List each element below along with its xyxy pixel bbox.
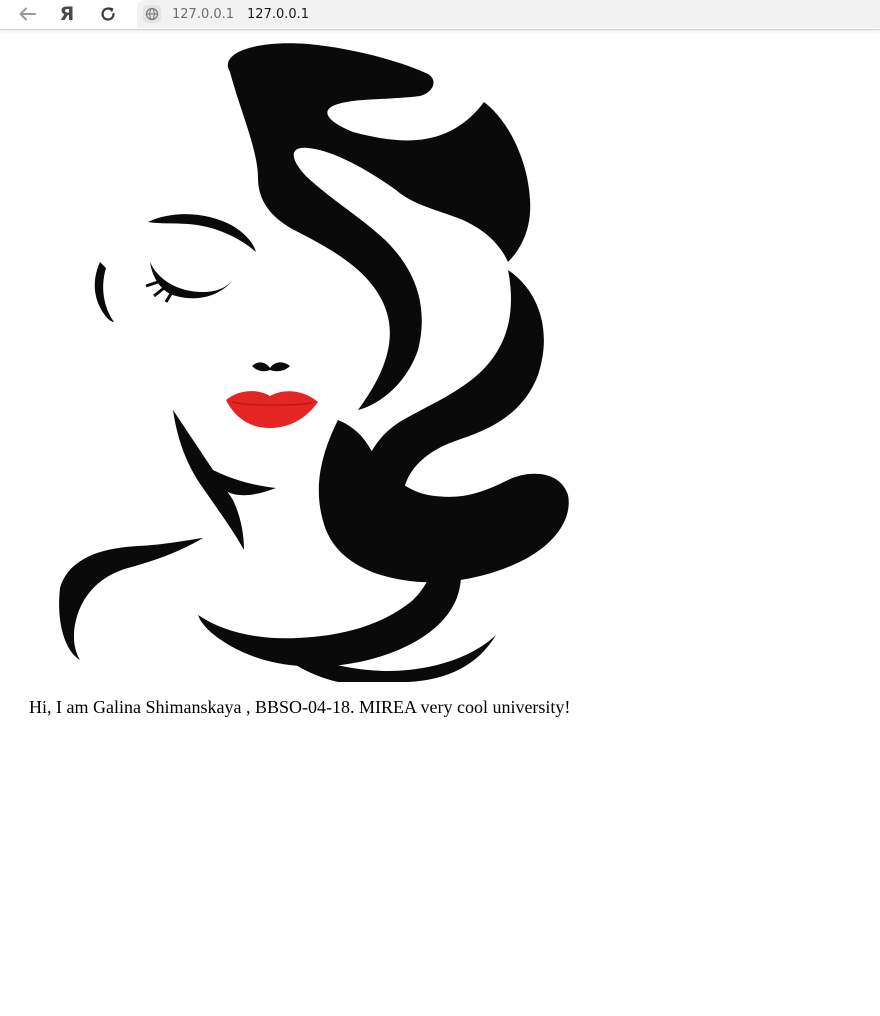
arrow-left-icon xyxy=(19,7,36,21)
browser-toolbar: Я 127.0.0.1 127.0.0.1 xyxy=(0,0,880,30)
yandex-logo: Я xyxy=(59,2,75,25)
reload-icon xyxy=(101,7,115,21)
hair-shape xyxy=(59,43,569,682)
intro-text: Hi, I am Galina Shimanskaya , BBSO-04-18… xyxy=(29,697,571,717)
address-host: 127.0.0.1 xyxy=(172,6,235,22)
woman-portrait-image xyxy=(8,40,612,682)
globe-icon xyxy=(145,7,159,21)
page-title: 127.0.0.1 xyxy=(247,6,310,22)
yandex-button[interactable]: Я xyxy=(54,3,80,25)
site-info-button[interactable] xyxy=(143,5,161,23)
lips-shape xyxy=(226,391,318,428)
address-bar[interactable]: 127.0.0.1 127.0.0.1 xyxy=(137,0,880,28)
reload-button[interactable] xyxy=(95,3,121,25)
back-button[interactable] xyxy=(14,3,40,25)
